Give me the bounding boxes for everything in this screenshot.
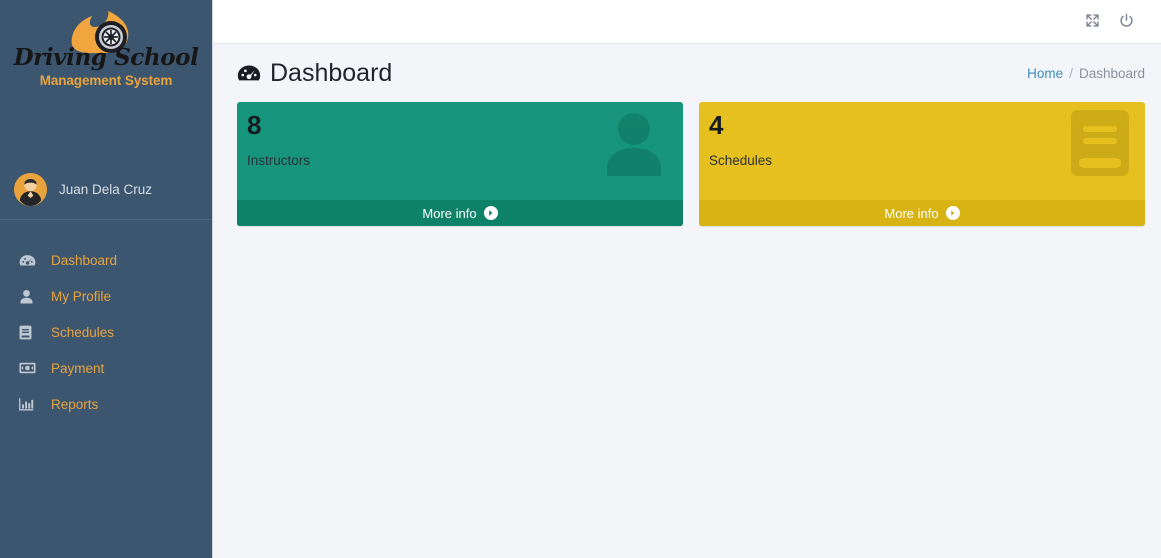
tachometer-icon: [237, 63, 261, 84]
sidebar-item-label: Schedules: [51, 324, 115, 340]
sidebar-user-panel[interactable]: Juan Dela Cruz: [0, 160, 212, 220]
sidebar-item-my-profile[interactable]: My Profile: [0, 278, 212, 314]
book-icon: [1069, 108, 1131, 183]
breadcrumb-home-link[interactable]: Home: [1027, 66, 1063, 81]
page-title-text: Dashboard: [270, 58, 393, 87]
logout-power-button[interactable]: [1109, 5, 1143, 39]
sidebar-item-label: Reports: [51, 396, 99, 412]
sidebar-item-schedules[interactable]: Schedules: [0, 314, 212, 350]
avatar: [14, 173, 47, 206]
sidebar: Driving School Management System Juan De…: [0, 0, 213, 558]
stat-card-body: 4 Schedules: [699, 102, 1145, 200]
sidebar-item-reports[interactable]: Reports: [0, 386, 212, 422]
stat-card-schedules: 4 Schedules More info: [699, 102, 1145, 226]
brand-sub-text: Management System: [39, 73, 173, 88]
sidebar-item-label: Payment: [51, 360, 105, 376]
content-header: Dashboard Home / Dashboard: [213, 44, 1161, 102]
sidebar-item-label: Dashboard: [51, 252, 118, 268]
expand-arrows-icon: [1085, 13, 1100, 31]
money-bill-icon: [19, 359, 39, 377]
arrow-circle-right-icon: [945, 206, 960, 220]
stat-card-footer-label: More info: [422, 205, 477, 221]
main-area: Dashboard Home / Dashboard 8 Instructors: [213, 0, 1161, 558]
sidebar-item-label: My Profile: [51, 288, 112, 304]
sidebar-item-dashboard[interactable]: Dashboard: [0, 242, 212, 278]
page-title: Dashboard: [237, 59, 392, 88]
fullscreen-button[interactable]: [1075, 5, 1109, 39]
stat-card-more-info-button[interactable]: More info: [237, 200, 683, 226]
book-icon: [19, 323, 39, 341]
brand-logo[interactable]: Driving School Management System: [0, 0, 212, 118]
sidebar-item-payment[interactable]: Payment: [0, 350, 212, 386]
power-off-icon: [1119, 13, 1134, 31]
breadcrumb: Home / Dashboard: [1027, 66, 1145, 81]
breadcrumb-current: Dashboard: [1078, 65, 1145, 81]
user-icon: [19, 287, 39, 305]
brand-script-text: Driving School: [13, 44, 199, 71]
stat-card-number: 4: [709, 110, 724, 140]
stat-card-instructors: 8 Instructors More info: [237, 102, 683, 226]
stat-card-body: 8 Instructors: [237, 102, 683, 200]
sidebar-username: Juan Dela Cruz: [59, 182, 153, 197]
stat-card-footer-label: More info: [884, 205, 939, 221]
app-root: Driving School Management System Juan De…: [0, 0, 1161, 558]
breadcrumb-separator: /: [1069, 65, 1073, 81]
sidebar-nav: Dashboard My Profile Schedules Payment R…: [0, 220, 212, 422]
user-icon: [599, 108, 669, 183]
stat-cards-row: 8 Instructors More info 4 Schedules More…: [213, 102, 1161, 226]
stat-card-label: Schedules: [709, 153, 773, 169]
user-avatar-icon: [14, 173, 47, 206]
arrow-circle-right-icon: [483, 206, 498, 220]
bar-chart-icon: [19, 395, 39, 413]
topbar: [213, 0, 1161, 44]
tachometer-icon: [19, 251, 39, 269]
stat-card-more-info-button[interactable]: More info: [699, 200, 1145, 226]
